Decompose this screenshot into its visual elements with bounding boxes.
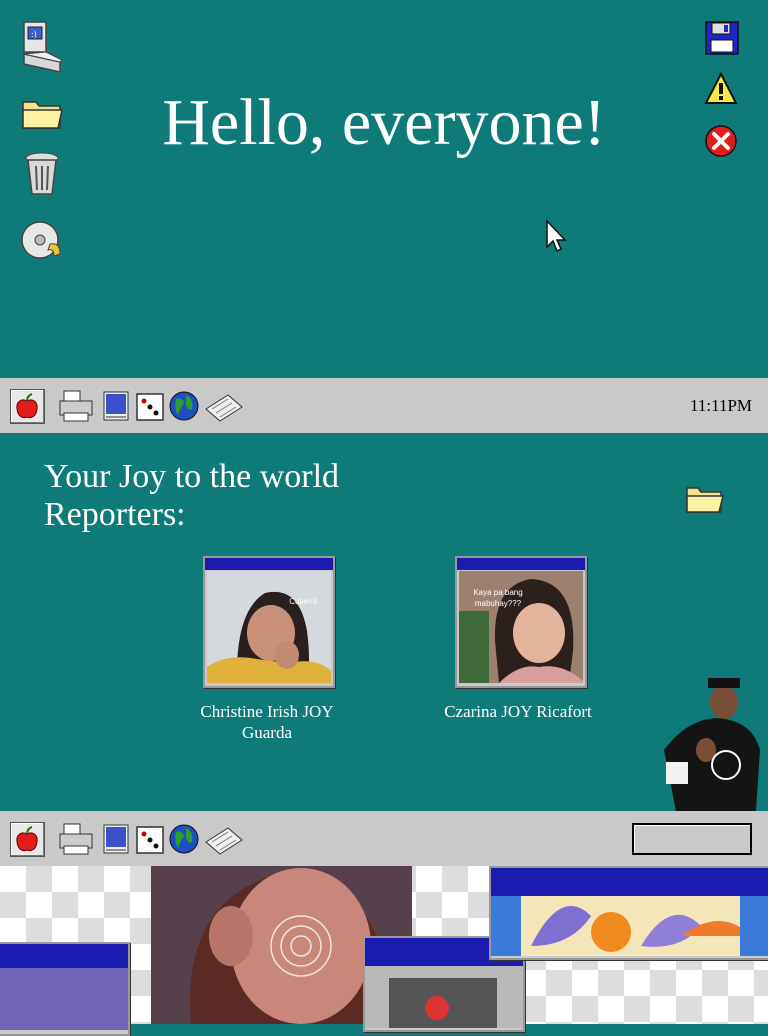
warning-icon[interactable] (704, 71, 738, 106)
window-title-bar (457, 558, 585, 570)
person-sticker (656, 670, 762, 811)
svg-text::): :) (31, 30, 37, 39)
window-title-bar (491, 868, 768, 896)
taskbar-clock: 11:11PM (690, 396, 753, 415)
section-heading: Your Joy to the world Reporters: (44, 458, 339, 534)
photo-overlay-text: Kaya pa bang mabuhay??? (473, 588, 523, 608)
reporter-name: Czarina JOY Ricafort (444, 702, 592, 721)
globe-icon[interactable] (168, 822, 200, 856)
desktop (0, 0, 768, 378)
start-button[interactable] (10, 389, 45, 424)
apple-icon (16, 826, 38, 852)
reporter-photo: Cutie<3 (207, 571, 331, 683)
page-title: Hello, everyone! (162, 86, 606, 159)
folder-icon[interactable] (684, 480, 726, 518)
photo-overlay-text: Cutie<3 (289, 597, 317, 606)
keyboard-icon[interactable] (204, 389, 244, 423)
dice-icon[interactable] (134, 822, 166, 856)
mouse-cursor-icon (545, 219, 569, 255)
printer-icon[interactable] (58, 389, 94, 423)
taskbar: 11:11PM (0, 378, 768, 433)
reporter-name: Christine Irish JOY Guarda (200, 702, 334, 742)
taskbar-text-field[interactable] (632, 823, 752, 855)
reporter-photo: Kaya pa bang mabuhay??? (459, 571, 583, 683)
cd-icon[interactable] (20, 218, 66, 264)
reporter-photo-window[interactable]: Cutie<3 (203, 556, 335, 688)
keyboard-icon[interactable] (204, 822, 244, 856)
window-image (491, 896, 768, 956)
notepad-icon[interactable] (100, 389, 132, 423)
notepad-icon[interactable] (100, 822, 132, 856)
window-title-bar (205, 558, 333, 570)
artwork-window[interactable] (489, 866, 768, 960)
taskbar (0, 811, 768, 866)
computer-icon[interactable]: :) (20, 20, 66, 76)
dice-icon[interactable] (134, 389, 166, 423)
window-image (0, 968, 128, 1030)
image-window[interactable] (0, 942, 130, 1036)
window-image (365, 966, 523, 1028)
reporter-photo-window[interactable]: Kaya pa bang mabuhay??? (455, 556, 587, 688)
close-icon[interactable] (704, 124, 738, 158)
start-button[interactable] (10, 822, 45, 857)
window-title-bar (0, 944, 128, 968)
heading-line-1: Your Joy to the world (44, 458, 340, 495)
apple-icon (16, 393, 38, 419)
globe-icon[interactable] (168, 389, 200, 423)
heading-line-2: Reporters: (44, 496, 186, 533)
printer-icon[interactable] (58, 822, 94, 856)
floppy-disk-icon[interactable] (704, 20, 740, 56)
